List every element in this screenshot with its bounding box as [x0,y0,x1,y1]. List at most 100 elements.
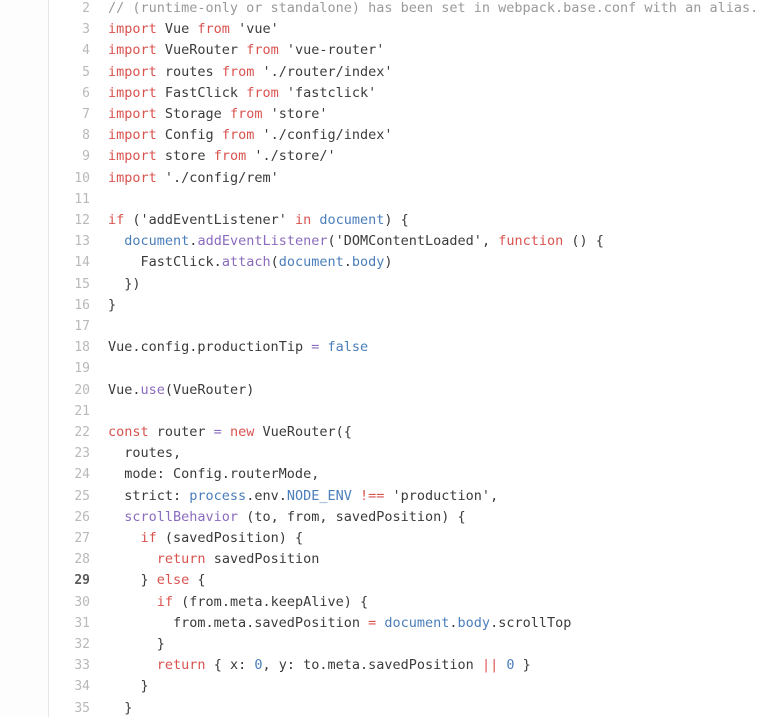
code-scroll-area[interactable]: 2 // (runtime-only or standalone) has bee… [0,0,780,717]
code-line[interactable]: 31 from.meta.savedPosition = document.bo… [0,613,780,634]
code-line-content[interactable]: } [108,634,165,655]
code-token: (from.meta.keepAlive) { [173,593,369,610]
line-number: 26 [74,509,90,525]
code-line-content[interactable]: }) [108,274,140,295]
code-token: 'store' [270,106,328,122]
code-line[interactable]: 11 [0,189,780,210]
code-line[interactable]: 22 const router = new VueRouter({ [0,422,780,443]
code-line[interactable]: 33 return { x: 0, y: to.meta.savedPositi… [0,655,780,676]
code-line[interactable]: 25 strict: process.env.NODE_ENV !== 'pro… [0,486,780,507]
code-line[interactable]: 2 // (runtime-only or standalone) has bee… [0,0,780,19]
code-line-content[interactable]: FastClick.attach(document.body) [108,252,393,273]
code-line[interactable]: 23 routes, [0,443,780,464]
code-token: = [368,614,377,631]
code-line[interactable]: 14 FastClick.attach(document.body) [0,252,780,273]
code-token: from [221,127,255,144]
code-line[interactable]: 18 Vue.config.productionTip = false [0,337,780,358]
code-line[interactable]: 20 Vue.use(VueRouter) [0,380,780,401]
code-token: if [108,212,125,228]
code-line-content[interactable]: import './config/rem' [108,168,279,189]
code-line[interactable]: 28 return savedPosition [0,549,780,570]
code-line-content[interactable]: if (from.meta.keepAlive) { [108,592,368,613]
code-line[interactable]: 15 }) [0,274,780,295]
line-number: 11 [74,191,90,207]
code-line[interactable]: 8 import Config from './config/index' [0,125,780,146]
code-token: 'DOMContentLoaded' [335,233,482,250]
code-token: (to, from, savedPosition) { [238,508,466,525]
code-line[interactable]: 17 [0,316,780,337]
code-line-content[interactable]: Vue.use(VueRouter) [108,380,254,401]
code-line[interactable]: 21 [0,401,780,422]
code-token: import [108,63,157,80]
line-number: 10 [74,170,90,186]
code-line-content[interactable]: if (savedPosition) { [108,528,304,549]
code-token: document [124,233,190,250]
line-number: 9 [82,149,90,165]
code-line[interactable]: 35 } [0,698,780,717]
code-line-content[interactable]: } [108,295,116,316]
code-line[interactable]: 10 import './config/rem' [0,168,780,189]
code-line-content[interactable]: } else { [108,570,206,591]
code-line-content[interactable]: import Config from './config/index' [108,125,393,146]
code-token: const [108,424,149,440]
code-line[interactable]: 16} [0,295,780,316]
code-line-content[interactable]: Vue.config.productionTip = false [108,337,368,358]
line-number: 4 [82,43,90,59]
code-line[interactable]: 6 import FastClick from 'fastclick' [0,83,780,104]
code-line[interactable]: 19 [0,358,780,379]
code-line-content[interactable]: mode: Config.routerMode, [108,464,319,485]
line-number: 34 [74,679,90,695]
code-line-content[interactable]: from.meta.savedPosition = document.body.… [108,613,571,634]
code-token: } [108,678,149,695]
code-line[interactable]: 27 if (savedPosition) { [0,528,780,549]
code-line-content[interactable]: } [108,676,149,697]
code-line[interactable]: 9 import store from './store/' [0,146,780,167]
code-token: router [148,424,214,440]
line-number: 30 [74,594,90,610]
line-number: 32 [74,637,90,652]
code-line-content[interactable]: document.addEventListener('DOMContentLoa… [108,231,604,252]
line-number: 27 [74,531,90,546]
code-line-content[interactable]: const router = new VueRouter({ [108,422,352,443]
code-line[interactable]: 13 document.addEventListener('DOMContent… [0,231,780,252]
code-token: , [481,233,499,250]
code-token: ) { [384,212,409,228]
code-line[interactable]: 7 import Storage from 'store' [0,104,780,125]
code-editor[interactable]: 2 // (runtime-only or standalone) has bee… [0,0,780,717]
line-number: 7 [82,107,90,122]
code-line-content[interactable]: return { x: 0, y: to.meta.savedPosition … [108,655,531,676]
code-line-content[interactable]: import VueRouter from 'vue-router' [108,40,384,61]
code-line[interactable]: 34 } [0,676,780,697]
code-line[interactable]: 3 import Vue from 'vue' [0,19,780,40]
code-token: VueRouter [156,42,247,59]
code-line[interactable]: 29 } else { [0,570,780,591]
code-line-content[interactable]: return savedPosition [108,549,320,570]
code-line-content[interactable]: import Vue from 'vue' [108,19,279,40]
code-token: import [108,169,157,186]
code-line-content[interactable]: strict: process.env.NODE_ENV !== 'produc… [108,486,498,507]
code-line[interactable]: 24 mode: Config.routerMode, [0,464,780,485]
code-line[interactable]: 32 } [0,634,780,655]
code-token: { [189,572,206,589]
code-line-content[interactable]: import routes from './router/index' [108,62,393,83]
code-line-content[interactable]: routes, [108,443,181,464]
code-token: ( [124,212,141,228]
code-line-content[interactable]: import FastClick from 'fastclick' [108,83,376,104]
code-line-content[interactable]: // (runtime-only or standalone) has been… [108,0,758,19]
code-line[interactable]: 12 if ('addEventListener' in document) { [0,210,780,231]
code-line[interactable]: 26 scrollBehavior (to, from, savedPositi… [0,507,780,528]
code-line-content[interactable]: if ('addEventListener' in document) { [108,210,409,231]
code-line[interactable]: 30 if (from.meta.keepAlive) { [0,592,780,613]
code-line-content[interactable]: import store from './store/' [108,146,336,167]
line-number: 22 [74,425,90,440]
code-line-content[interactable]: } [108,698,132,717]
code-line-content[interactable]: import Storage from 'store' [108,104,328,125]
code-line-content[interactable]: scrollBehavior (to, from, savedPosition)… [108,507,466,528]
code-line[interactable]: 5 import routes from './router/index' [0,62,780,83]
code-line[interactable]: 4 import VueRouter from 'vue-router' [0,40,780,61]
